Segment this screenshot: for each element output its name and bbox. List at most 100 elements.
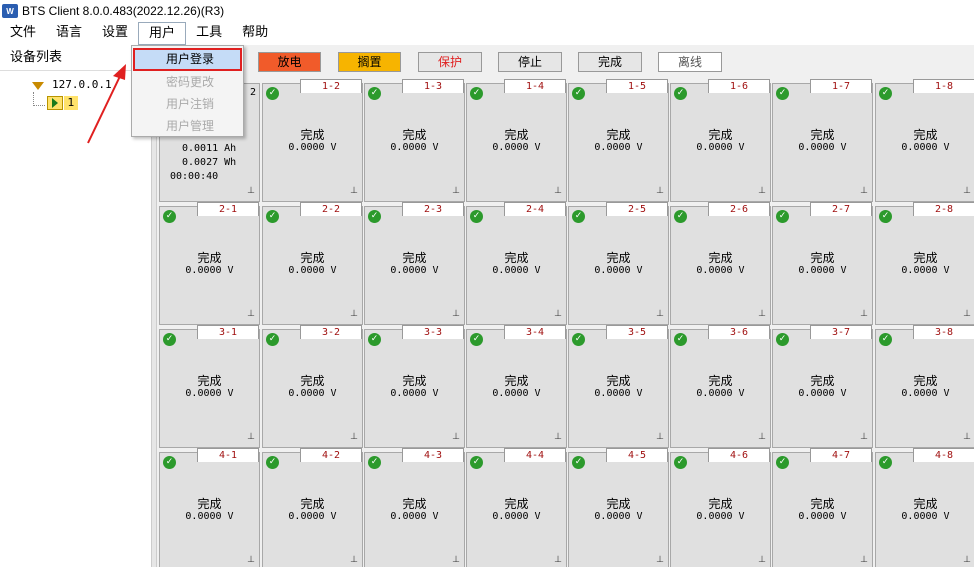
channel-cell[interactable]: 3-1 ✓ 完成 0.0000 V ⊥ [159,325,260,448]
pin-icon[interactable]: ⊥ [656,432,664,442]
tree-node-ip[interactable]: 127.0.0.1 [52,78,112,91]
menu-file[interactable]: 文件 [0,22,46,45]
channel-cell[interactable]: 4-4 ✓ 完成 0.0000 V ⊥ [466,448,567,567]
pin-icon[interactable]: ⊥ [963,309,971,319]
pin-icon[interactable]: ⊥ [247,432,255,442]
expand-triangle-icon[interactable] [32,82,44,90]
channel-cell[interactable]: 3-8 ✓ 完成 0.0000 V ⊥ [875,325,974,448]
channel-cell[interactable]: 1-7 ✓ 完成 0.0000 V ⊥ [772,79,873,202]
tree-node-device[interactable]: 1 [64,96,78,110]
pin-icon[interactable]: ⊥ [350,309,358,319]
pin-icon[interactable]: ⊥ [350,186,358,196]
pin-icon[interactable]: ⊥ [554,555,562,565]
channel-cell[interactable]: 2-5 ✓ 完成 0.0000 V ⊥ [568,202,669,325]
channel-cell[interactable]: 2-8 ✓ 完成 0.0000 V ⊥ [875,202,974,325]
check-circle-icon: ✓ [266,87,279,100]
channel-status: 完成 [504,251,529,265]
device-run-icon[interactable] [47,96,63,110]
channel-label: 1-6 [708,79,770,93]
pin-icon[interactable]: ⊥ [758,186,766,196]
channel-cell[interactable]: 1-6 ✓ 完成 0.0000 V ⊥ [670,79,771,202]
pin-icon[interactable]: ⊥ [247,555,255,565]
pin-icon[interactable]: ⊥ [452,309,460,319]
check-circle-icon: ✓ [266,210,279,223]
channel-cell[interactable]: 1-2 ✓ 完成 0.0000 V ⊥ [262,79,363,202]
channel-cell[interactable]: 3-5 ✓ 完成 0.0000 V ⊥ [568,325,669,448]
pin-icon[interactable]: ⊥ [860,186,868,196]
channel-status: 完成 [708,128,733,142]
channel-label: 4-7 [810,448,872,462]
channel-cell[interactable]: 3-2 ✓ 完成 0.0000 V ⊥ [262,325,363,448]
channel-cell[interactable]: 2-3 ✓ 完成 0.0000 V ⊥ [364,202,465,325]
channel-cell[interactable]: 4-8 ✓ 完成 0.0000 V ⊥ [875,448,974,567]
channel-voltage: 0.0000 V [185,388,234,399]
pin-icon[interactable]: ⊥ [656,555,664,565]
pin-icon[interactable]: ⊥ [656,309,664,319]
pin-icon[interactable]: ⊥ [554,309,562,319]
pin-icon[interactable]: ⊥ [350,432,358,442]
channel-cell[interactable]: 2-1 ✓ 完成 0.0000 V ⊥ [159,202,260,325]
channel-cell[interactable]: 1-4 ✓ 完成 0.0000 V ⊥ [466,79,567,202]
pin-icon[interactable]: ⊥ [860,309,868,319]
channel-cell[interactable]: 3-7 ✓ 完成 0.0000 V ⊥ [772,325,873,448]
pin-icon[interactable]: ⊥ [247,186,255,196]
channel-status: 完成 [810,497,835,511]
pin-icon[interactable]: ⊥ [554,186,562,196]
channel-cell[interactable]: 2-7 ✓ 完成 0.0000 V ⊥ [772,202,873,325]
channel-label: 3-3 [402,325,464,339]
channel-cell[interactable]: 4-5 ✓ 完成 0.0000 V ⊥ [568,448,669,567]
channel-cell[interactable]: 2-2 ✓ 完成 0.0000 V ⊥ [262,202,363,325]
pin-icon[interactable]: ⊥ [758,309,766,319]
menu-tools[interactable]: 工具 [186,22,232,45]
pin-icon[interactable]: ⊥ [554,432,562,442]
channel-cell[interactable]: 4-7 ✓ 完成 0.0000 V ⊥ [772,448,873,567]
channel-label: 3-6 [708,325,770,339]
menu-user[interactable]: 用户 [138,22,187,45]
channel-cell[interactable]: 4-3 ✓ 完成 0.0000 V ⊥ [364,448,465,567]
channel-label: 1-4 [504,79,566,93]
check-circle-icon: ✓ [674,210,687,223]
menu-change-password[interactable]: 密码更改 [132,71,243,93]
channel-voltage: 0.0000 V [492,142,541,153]
pin-icon[interactable]: ⊥ [758,432,766,442]
pin-icon[interactable]: ⊥ [963,432,971,442]
check-circle-icon: ✓ [470,210,483,223]
pin-icon[interactable]: ⊥ [860,555,868,565]
channel-cell[interactable]: 1-8 ✓ 完成 0.0000 V ⊥ [875,79,974,202]
channel-cell[interactable]: 1-3 ✓ 完成 0.0000 V ⊥ [364,79,465,202]
menu-user-logout[interactable]: 用户注销 [132,93,243,115]
menu-user-manage[interactable]: 用户管理 [132,115,243,137]
check-circle-icon: ✓ [266,456,279,469]
channel-cell[interactable]: 4-2 ✓ 完成 0.0000 V ⊥ [262,448,363,567]
channel-label: 2-6 [708,202,770,216]
pin-icon[interactable]: ⊥ [860,432,868,442]
menu-settings[interactable]: 设置 [92,22,138,45]
channel-cell[interactable]: 3-4 ✓ 完成 0.0000 V ⊥ [466,325,567,448]
channel-cell[interactable]: 3-6 ✓ 完成 0.0000 V ⊥ [670,325,771,448]
channel-cell[interactable]: 3-3 ✓ 完成 0.0000 V ⊥ [364,325,465,448]
channel-label: 1-7 [810,79,872,93]
pin-icon[interactable]: ⊥ [963,555,971,565]
channel-cell[interactable]: 2-4 ✓ 完成 0.0000 V ⊥ [466,202,567,325]
channel-status: 完成 [197,497,222,511]
channel-cell[interactable]: 2-6 ✓ 完成 0.0000 V ⊥ [670,202,771,325]
pin-icon[interactable]: ⊥ [452,186,460,196]
channel-label: 2-5 [606,202,668,216]
pin-icon[interactable]: ⊥ [350,555,358,565]
device-list-header: 设备列表 [0,45,151,71]
menu-help[interactable]: 帮助 [232,22,278,45]
pin-icon[interactable]: ⊥ [452,555,460,565]
channel-label: 2-1 [197,202,259,216]
channel-cell[interactable]: 1-5 ✓ 完成 0.0000 V ⊥ [568,79,669,202]
pin-icon[interactable]: ⊥ [452,432,460,442]
pin-icon[interactable]: ⊥ [963,186,971,196]
title-bar: W BTS Client 8.0.0.483(2022.12.26)(R3) [0,0,974,22]
pin-icon[interactable]: ⊥ [758,555,766,565]
menu-user-login[interactable]: 用户登录 [133,48,242,71]
channel-cell[interactable]: 4-6 ✓ 完成 0.0000 V ⊥ [670,448,771,567]
channel-cell[interactable]: 4-1 ✓ 完成 0.0000 V ⊥ [159,448,260,567]
channel-status: 完成 [402,251,427,265]
pin-icon[interactable]: ⊥ [247,309,255,319]
pin-icon[interactable]: ⊥ [656,186,664,196]
menu-language[interactable]: 语言 [46,22,92,45]
